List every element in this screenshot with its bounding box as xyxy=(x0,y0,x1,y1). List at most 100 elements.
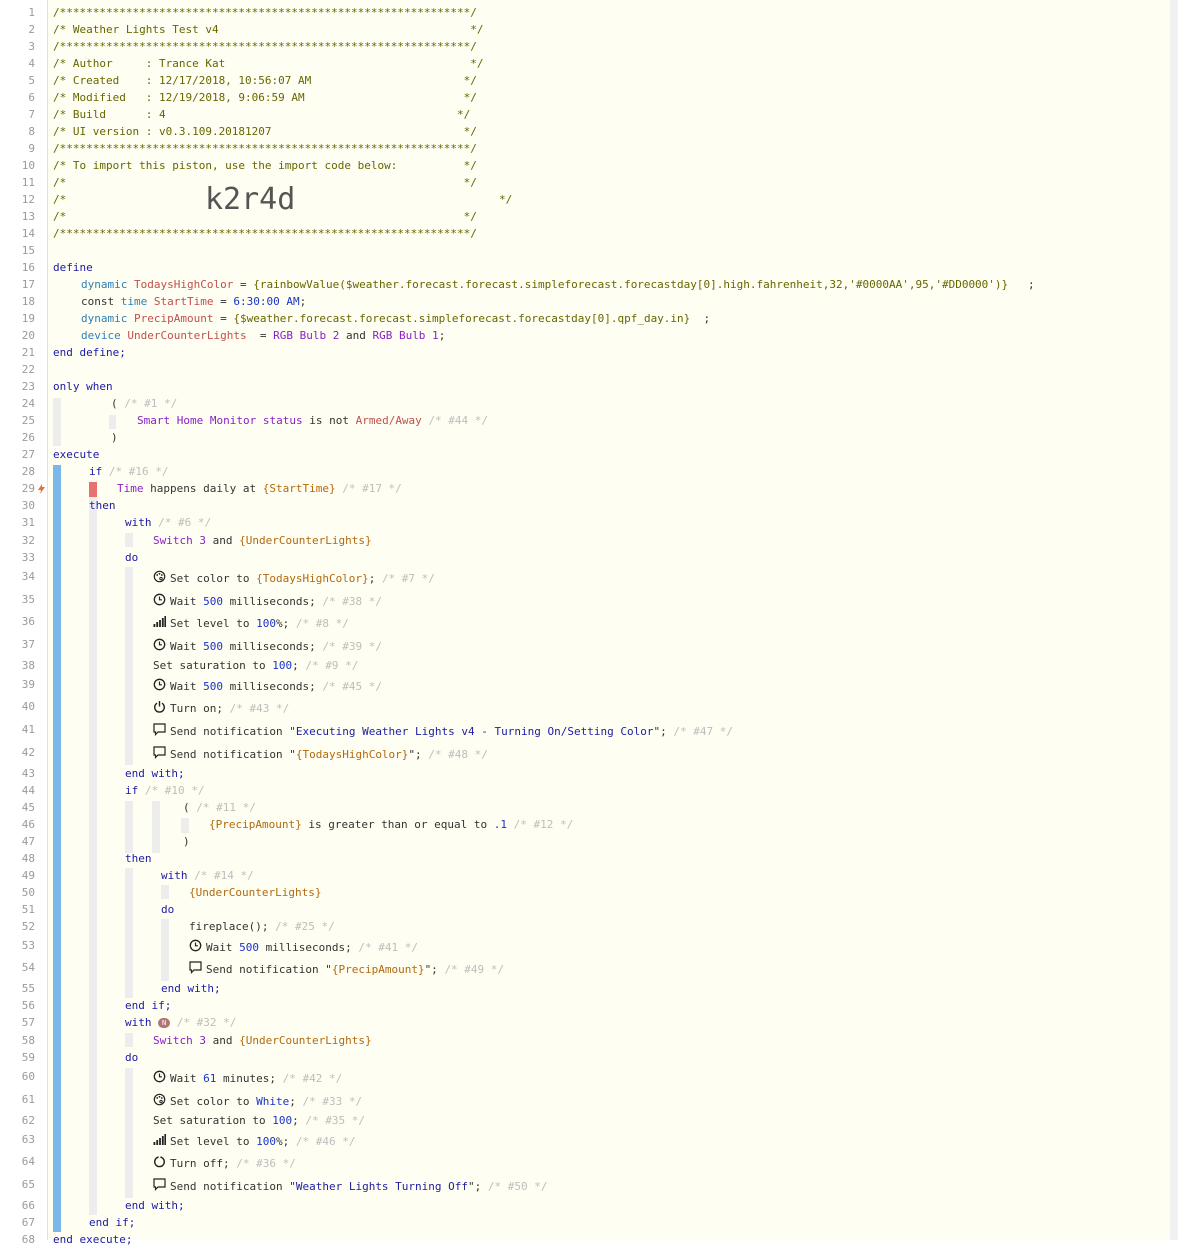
task-set-level[interactable]: Set level to 100%; /* #46 */ xyxy=(153,1133,355,1149)
task-turn-off[interactable]: Turn off; /* #36 */ xyxy=(153,1155,296,1171)
only-when-close: ) xyxy=(111,431,118,444)
do-keyword[interactable]: do xyxy=(125,551,138,565)
task-wait[interactable]: Wait 500 milliseconds; /* #38 */ xyxy=(153,593,382,609)
nested-if-condition[interactable]: {PrecipAmount} is greater than or equal … xyxy=(209,818,573,832)
line-number: 49 xyxy=(21,869,35,882)
define-keyword[interactable]: define xyxy=(53,261,93,275)
only-when-condition[interactable]: Smart Home Monitor status is not Armed/A… xyxy=(137,414,488,428)
line-number: 17 xyxy=(21,278,35,291)
task-set-saturation[interactable]: Set saturation to 100; /* #9 */ xyxy=(153,659,358,673)
with-do-bar xyxy=(125,567,133,765)
task-send-notification[interactable]: Send notification "Executing Weather Lig… xyxy=(153,723,733,739)
power-off-icon xyxy=(153,1155,166,1168)
with-statement-2[interactable]: with N /* #32 */ xyxy=(125,1016,236,1030)
nested-if-close: ) xyxy=(183,835,190,848)
piston-code-editor[interactable]: 1 2 3 4 5 6 7 8 9 10 11 12 13 14 15 16 17 18 19 20 21 22 23 24 2… xyxy=(0,0,1170,1246)
nested-if-open[interactable]: ( /* #11 */ xyxy=(183,801,256,815)
line-number: 18 xyxy=(21,295,35,308)
line-number: 59 xyxy=(21,1051,35,1064)
header-stars: /***************************************… xyxy=(53,227,477,240)
execute-keyword[interactable]: execute xyxy=(53,448,99,462)
power-icon xyxy=(153,700,166,713)
nested-do-bar xyxy=(161,919,169,981)
line-number: 27 xyxy=(21,448,35,461)
line-number: 63 xyxy=(21,1133,35,1146)
define-line-17[interactable]: dynamic TodaysHighColor = {rainbowValue(… xyxy=(81,278,1035,292)
line-number: 58 xyxy=(21,1034,35,1047)
if-statement[interactable]: if /* #16 */ xyxy=(89,465,168,479)
line-number: 2 xyxy=(28,23,35,36)
line-number: 42 xyxy=(21,746,35,759)
with2-do-bar xyxy=(125,1068,133,1198)
nested-if-bar xyxy=(125,801,133,853)
header-ui-version: /* UI version : v0.3.109.20181207 */ xyxy=(53,125,477,138)
nested-end-if[interactable]: end if; xyxy=(125,999,171,1013)
end-define[interactable]: end define; xyxy=(53,346,126,360)
palette-icon xyxy=(153,570,166,583)
define-line-20[interactable]: device UnderCounterLights = RGB Bulb 2 a… xyxy=(81,329,445,343)
line-number: 55 xyxy=(21,982,35,995)
task-wait[interactable]: Wait 500 milliseconds; /* #45 */ xyxy=(153,678,382,694)
nested-do-keyword[interactable]: do xyxy=(161,903,174,917)
line-number: 67 xyxy=(21,1216,35,1229)
only-when-indent-bar xyxy=(53,398,61,446)
do-keyword-2[interactable]: do xyxy=(125,1051,138,1065)
line-number: 62 xyxy=(21,1114,35,1127)
task-fireplace[interactable]: fireplace(); /* #25 */ xyxy=(189,920,335,934)
trigger-condition-marker[interactable] xyxy=(89,482,97,497)
header-build: /* Build : 4 */ xyxy=(53,108,471,121)
nested-then-bar xyxy=(125,868,133,998)
line-number: 43 xyxy=(21,767,35,780)
define-line-18[interactable]: const time StartTime = 6:30:00 AM; xyxy=(81,295,306,309)
define-line-19[interactable]: dynamic PrecipAmount = {$weather.forecas… xyxy=(81,312,710,326)
end-with-2[interactable]: end with; xyxy=(125,1199,185,1213)
with-devices-2[interactable]: Switch 3 and {UnderCounterLights} xyxy=(153,1034,372,1048)
line-number: 47 xyxy=(21,835,35,848)
nested-with-device-bar xyxy=(161,885,169,899)
only-when-keyword[interactable]: only when xyxy=(53,380,113,394)
task-turn-on[interactable]: Turn on; /* #43 */ xyxy=(153,700,289,716)
header-author: /* Author : Trance Kat */ xyxy=(53,57,484,70)
task-set-color-white[interactable]: Set color to White; /* #33 */ xyxy=(153,1093,362,1109)
line-number: 15 xyxy=(21,244,35,257)
nested-with-device[interactable]: {UnderCounterLights} xyxy=(189,886,321,900)
task-wait-minutes[interactable]: Wait 61 minutes; /* #42 */ xyxy=(153,1070,342,1086)
header-title: /* Weather Lights Test v4 */ xyxy=(53,23,484,36)
with-device-bar xyxy=(125,533,133,547)
with-statement[interactable]: with /* #6 */ xyxy=(125,516,211,530)
task-wait[interactable]: Wait 500 milliseconds; /* #39 */ xyxy=(153,638,382,654)
task-wait[interactable]: Wait 500 milliseconds; /* #41 */ xyxy=(189,939,418,955)
line-number: 1 xyxy=(28,6,35,19)
clock-icon xyxy=(153,1070,166,1083)
end-execute[interactable]: end execute; xyxy=(53,1233,132,1247)
nested-end-with[interactable]: end with; xyxy=(161,982,221,996)
header-stars: /***************************************… xyxy=(53,40,477,53)
task-send-notification[interactable]: Send notification "{TodaysHighColor}"; /… xyxy=(153,746,488,762)
line-number: 11 xyxy=(21,176,35,189)
header-code-close: */ xyxy=(499,193,513,206)
task-send-notification[interactable]: Send notification "{PrecipAmount}"; /* #… xyxy=(189,961,504,977)
comment-icon xyxy=(153,746,166,759)
trigger-condition[interactable]: Time happens daily at {StartTime} /* #17… xyxy=(117,482,402,496)
line-number: 52 xyxy=(21,920,35,933)
only-when-open[interactable]: ( /* #1 */ xyxy=(111,397,177,411)
vertical-scrollbar[interactable] xyxy=(1170,0,1178,1240)
then-keyword[interactable]: then xyxy=(89,499,116,513)
task-send-notification[interactable]: Send notification "Weather Lights Turnin… xyxy=(153,1178,548,1194)
line-number: 37 xyxy=(21,638,35,651)
task-set-level[interactable]: Set level to 100%; /* #8 */ xyxy=(153,615,349,631)
clock-icon xyxy=(153,678,166,691)
end-with[interactable]: end with; xyxy=(125,767,185,781)
nested-with-statement[interactable]: with /* #14 */ xyxy=(161,869,254,883)
task-set-color[interactable]: Set color to {TodaysHighColor}; /* #7 */ xyxy=(153,570,435,586)
nested-if-statement[interactable]: if /* #10 */ xyxy=(125,784,204,798)
line-number: 64 xyxy=(21,1155,35,1168)
nested-then-keyword[interactable]: then xyxy=(125,852,152,866)
signal-bars-icon xyxy=(153,615,166,628)
end-if[interactable]: end if; xyxy=(89,1216,135,1230)
line-number: 4 xyxy=(28,57,35,70)
header-code-open: /* xyxy=(53,193,67,206)
line-number: 66 xyxy=(21,1199,35,1212)
with-devices[interactable]: Switch 3 and {UnderCounterLights} xyxy=(153,534,372,548)
task-set-saturation[interactable]: Set saturation to 100; /* #35 */ xyxy=(153,1114,365,1128)
